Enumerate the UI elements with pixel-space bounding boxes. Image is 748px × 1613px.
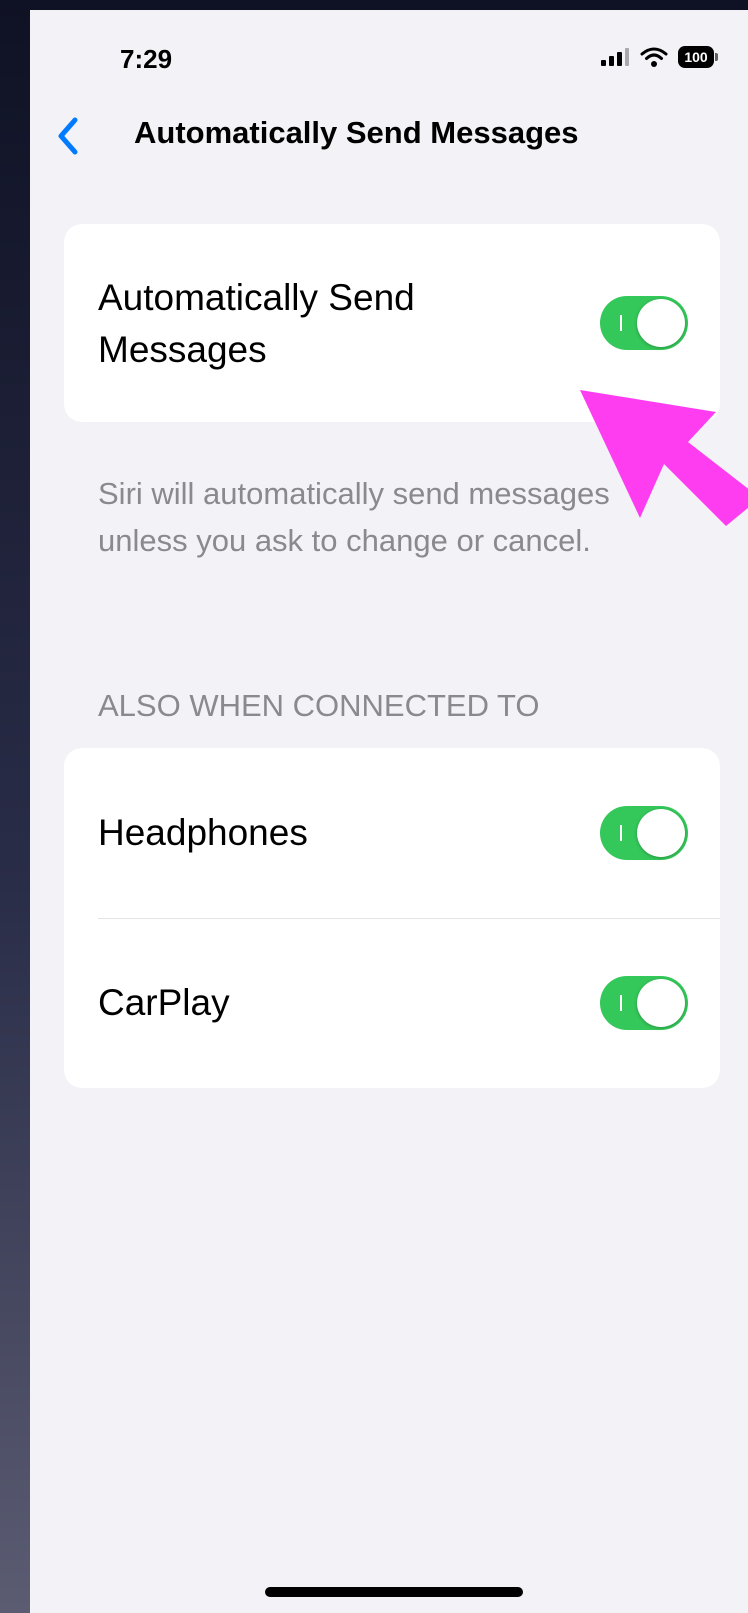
home-indicator [265, 1587, 523, 1597]
headphones-row: Headphones [64, 748, 720, 918]
chevron-left-icon [58, 117, 78, 155]
status-time: 7:29 [120, 44, 173, 74]
toggle-knob [637, 979, 685, 1027]
wifi-icon [640, 47, 668, 67]
toggle-knob [637, 809, 685, 857]
status-bar: 7:29 100 [30, 10, 748, 100]
carplay-row: CarPlay [64, 918, 720, 1088]
battery-icon: 100 [678, 46, 718, 68]
back-button[interactable] [48, 114, 88, 158]
battery-level: 100 [678, 46, 714, 68]
section-header: ALSO WHEN CONNECTED TO [98, 688, 540, 723]
headphones-toggle[interactable] [600, 806, 688, 860]
navigation-bar: Automatically Send Messages [30, 102, 748, 172]
headphones-label: Headphones [98, 812, 308, 853]
connected-settings-card: Headphones CarPlay [64, 748, 720, 1088]
carplay-toggle[interactable] [600, 976, 688, 1030]
page-title: Automatically Send Messages [134, 115, 579, 150]
toggle-knob [637, 299, 685, 347]
carplay-label: CarPlay [98, 982, 230, 1023]
auto-send-label: Automatically Send Messages [98, 277, 415, 370]
setting-description: Siri will automatically send messages un… [98, 476, 610, 558]
annotation-arrow-icon [580, 390, 748, 526]
cellular-signal-icon [601, 48, 629, 66]
auto-send-toggle[interactable] [600, 296, 688, 350]
settings-screen: 7:29 100 Automatically Send Messages Aut… [30, 10, 748, 1613]
status-icons: 100 [600, 46, 718, 68]
